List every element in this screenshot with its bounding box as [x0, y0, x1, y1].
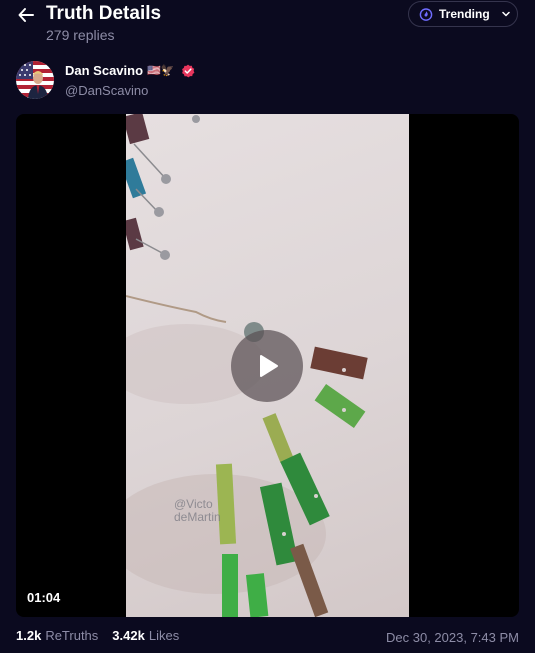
trending-flame-icon [419, 8, 433, 21]
video-watermark: @Victo deMartin [174, 497, 221, 524]
trending-dropdown-button[interactable]: Trending [408, 1, 518, 27]
avatar[interactable] [16, 61, 54, 99]
likes-stat[interactable]: 3.42k Likes [112, 628, 179, 643]
verified-badge-icon [182, 64, 195, 78]
video-duration: 01:04 [27, 590, 61, 605]
play-button[interactable] [231, 330, 303, 402]
post-stats: 1.2k ReTruths 3.42k Likes [16, 628, 189, 643]
likes-label: Likes [148, 628, 180, 643]
video-player[interactable]: @Victo deMartin 01:04 [16, 114, 519, 617]
truth-details-page: Truth Details 279 replies Trending Dan S… [0, 0, 535, 653]
author-handle[interactable]: @DanScavino [65, 83, 148, 99]
retruths-stat[interactable]: 1.2k ReTruths [16, 628, 98, 643]
chevron-down-icon [501, 11, 510, 17]
replies-count: 279 replies [46, 27, 115, 43]
retruths-label: ReTruths [45, 628, 99, 643]
page-title: Truth Details [46, 3, 162, 24]
trending-label: Trending [439, 7, 490, 21]
play-icon [260, 355, 278, 377]
retruths-count: 1.2k [16, 628, 42, 643]
header: Truth Details 279 replies Trending [0, 0, 535, 50]
likes-count: 3.42k [112, 628, 145, 643]
author-name[interactable]: Dan Scavino 🇺🇸🦅 [65, 63, 195, 79]
back-button[interactable] [14, 3, 38, 27]
post-timestamp: Dec 30, 2023, 7:43 PM [386, 630, 519, 645]
back-arrow-icon [18, 8, 34, 22]
avatar-image [16, 61, 54, 99]
author-name-text: Dan Scavino [65, 63, 144, 78]
author-emoji: 🇺🇸🦅 [147, 65, 175, 77]
